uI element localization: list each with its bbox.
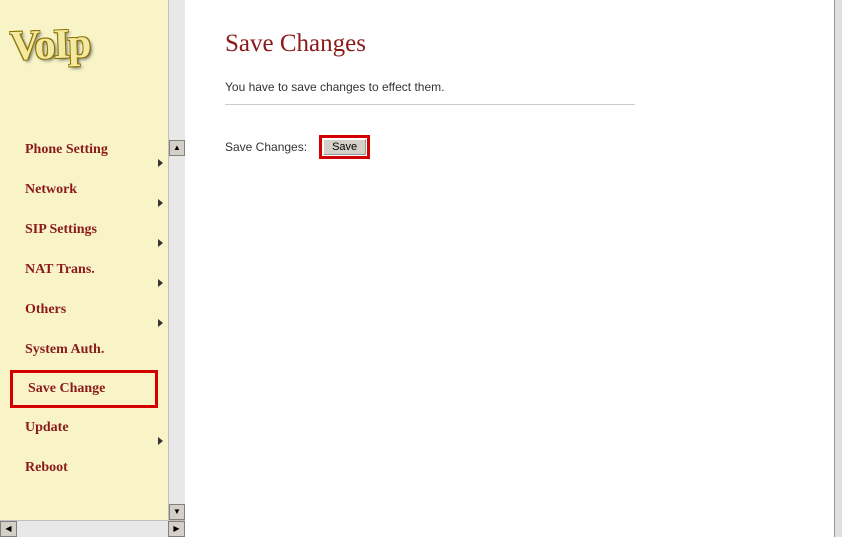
- sidebar: VoIp Phone Setting Network SIP Settings …: [0, 0, 168, 520]
- scroll-left-icon[interactable]: ◀: [0, 521, 17, 537]
- sidebar-item-label: Reboot: [25, 460, 68, 475]
- sidebar-item-label: Network: [25, 182, 77, 197]
- logo: VoIp: [9, 17, 159, 70]
- scroll-up-icon[interactable]: ▲: [169, 140, 185, 156]
- chevron-right-icon: [158, 437, 163, 445]
- sidebar-item-label: Others: [25, 302, 66, 317]
- sidebar-item-phone-setting[interactable]: Phone Setting: [0, 130, 168, 170]
- logo-area: VoIp: [0, 0, 168, 130]
- sidebar-item-label: SIP Settings: [25, 222, 97, 237]
- sidebar-wrapper: VoIp Phone Setting Network SIP Settings …: [0, 0, 185, 520]
- sidebar-item-label: Phone Setting: [25, 142, 108, 157]
- sidebar-item-network[interactable]: Network: [0, 170, 168, 210]
- scroll-down-icon[interactable]: ▼: [169, 504, 185, 520]
- sidebar-item-label: Update: [25, 420, 69, 435]
- chevron-right-icon: [158, 319, 163, 327]
- sidebar-item-reboot[interactable]: Reboot: [0, 448, 168, 488]
- chevron-right-icon: [158, 239, 163, 247]
- save-button-highlight: Save: [319, 135, 370, 159]
- save-row: Save Changes: Save: [225, 135, 802, 159]
- chevron-right-icon: [158, 279, 163, 287]
- sidebar-item-label: System Auth.: [25, 342, 104, 357]
- page-description: You have to save changes to effect them.: [225, 80, 802, 94]
- page-title: Save Changes: [225, 30, 802, 58]
- window-border: [834, 0, 842, 537]
- divider: [225, 104, 635, 105]
- sidebar-item-label: NAT Trans.: [25, 262, 95, 277]
- scroll-right-icon[interactable]: ▶: [168, 521, 185, 537]
- sidebar-item-save-change[interactable]: Save Change: [10, 370, 158, 408]
- sidebar-item-nat-trans[interactable]: NAT Trans.: [0, 250, 168, 290]
- sidebar-item-label: Save Change: [28, 381, 105, 396]
- sidebar-item-update[interactable]: Update: [0, 408, 168, 448]
- sidebar-item-others[interactable]: Others: [0, 290, 168, 330]
- sidebar-item-system-auth[interactable]: System Auth.: [0, 330, 168, 370]
- horizontal-scrollbar[interactable]: ◀ ▶: [0, 520, 185, 537]
- sidebar-item-sip-settings[interactable]: SIP Settings: [0, 210, 168, 250]
- save-changes-label: Save Changes:: [225, 140, 307, 154]
- scrollbar-track[interactable]: [17, 521, 168, 537]
- nav-menu: Phone Setting Network SIP Settings NAT T…: [0, 130, 168, 488]
- chevron-right-icon: [158, 199, 163, 207]
- chevron-right-icon: [158, 159, 163, 167]
- main-content: Save Changes You have to save changes to…: [185, 0, 842, 537]
- save-button[interactable]: Save: [323, 139, 366, 155]
- vertical-scrollbar[interactable]: ▲ ▼: [168, 0, 185, 520]
